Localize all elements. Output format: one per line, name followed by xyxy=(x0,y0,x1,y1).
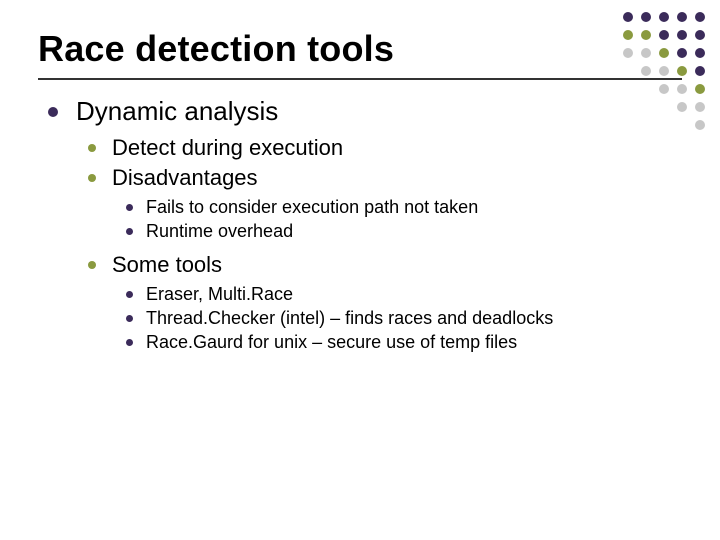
bullet-list: Fails to consider execution path not tak… xyxy=(126,197,682,242)
dot-icon xyxy=(695,120,705,130)
list-item: Eraser, Multi.Race xyxy=(126,284,682,305)
dot-icon xyxy=(641,30,651,40)
bullet-text: Eraser, Multi.Race xyxy=(146,284,293,304)
list-item: Fails to consider execution path not tak… xyxy=(126,197,682,218)
dot-icon xyxy=(659,66,669,76)
bullet-text: Fails to consider execution path not tak… xyxy=(146,197,478,217)
dot-icon xyxy=(641,12,651,22)
dot-icon xyxy=(695,84,705,94)
dot-icon xyxy=(695,12,705,22)
list-item: Race.Gaurd for unix – secure use of temp… xyxy=(126,332,682,353)
dot-icon xyxy=(677,30,687,40)
list-item: Thread.Checker (intel) – finds races and… xyxy=(126,308,682,329)
dot-icon xyxy=(623,48,633,58)
list-item: Detect during execution xyxy=(88,135,682,161)
dot-icon xyxy=(677,84,687,94)
dot-icon xyxy=(677,12,687,22)
bullet-list: Detect during execution Disadvantages Fa… xyxy=(88,135,682,353)
bullet-text: Some tools xyxy=(112,252,222,277)
dot-icon xyxy=(659,12,669,22)
slide-title: Race detection tools xyxy=(38,28,682,80)
list-item: Disadvantages Fails to consider executio… xyxy=(88,165,682,242)
list-item: Some tools Eraser, Multi.Race Thread.Che… xyxy=(88,252,682,353)
bullet-text: Thread.Checker (intel) – finds races and… xyxy=(146,308,553,328)
dot-icon xyxy=(659,30,669,40)
list-item: Runtime overhead xyxy=(126,221,682,242)
bullet-text: Runtime overhead xyxy=(146,221,293,241)
dot-icon xyxy=(641,48,651,58)
dot-icon xyxy=(623,12,633,22)
dot-icon xyxy=(695,102,705,112)
dot-icon xyxy=(623,30,633,40)
bullet-list: Dynamic analysis Detect during execution… xyxy=(48,96,682,353)
dot-icon xyxy=(677,48,687,58)
bullet-text: Detect during execution xyxy=(112,135,343,160)
bullet-text: Race.Gaurd for unix – secure use of temp… xyxy=(146,332,517,352)
dot-icon xyxy=(641,66,651,76)
bullet-list: Eraser, Multi.Race Thread.Checker (intel… xyxy=(126,284,682,353)
list-item: Dynamic analysis Detect during execution… xyxy=(48,96,682,353)
bullet-text: Disadvantages xyxy=(112,165,258,190)
slide: Race detection tools Dynamic analysis De… xyxy=(0,0,720,540)
dot-icon xyxy=(695,30,705,40)
dot-icon xyxy=(695,48,705,58)
bullet-text: Dynamic analysis xyxy=(76,96,278,126)
dot-icon xyxy=(659,48,669,58)
dot-icon xyxy=(695,66,705,76)
dot-icon xyxy=(659,84,669,94)
dot-icon xyxy=(677,66,687,76)
